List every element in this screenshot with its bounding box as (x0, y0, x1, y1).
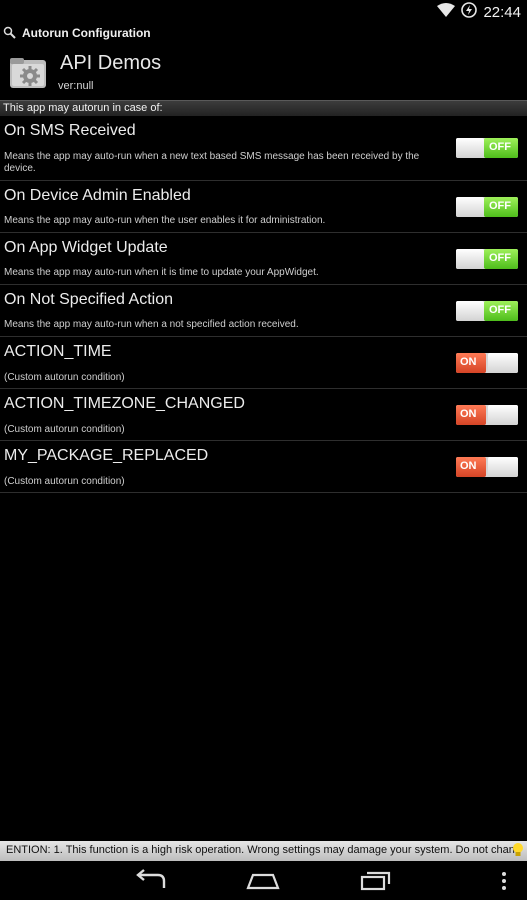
toggle-label: OFF (489, 141, 511, 153)
toggle-label: ON (460, 408, 477, 420)
toggle-label: OFF (489, 252, 511, 264)
list-item[interactable]: ACTION_TIMEZONE_CHANGED (Custom autorun … (0, 389, 527, 441)
item-description: (Custom autorun condition) (4, 372, 125, 383)
back-icon[interactable] (134, 869, 168, 896)
wifi-icon (437, 2, 456, 22)
app-header: Autorun Configuration API Demos ver:null (0, 24, 527, 100)
item-title: ACTION_TIMEZONE_CHANGED (4, 395, 245, 412)
navigation-bar (0, 861, 527, 900)
status-time: 22:44 (483, 3, 521, 21)
autorun-toggle[interactable]: OFF (456, 301, 518, 321)
section-header: This app may autorun in case of: (0, 100, 527, 116)
section-header-label: This app may autorun in case of: (3, 102, 163, 114)
app-name: API Demos (60, 52, 162, 74)
list-item[interactable]: On SMS Received Means the app may auto-r… (0, 116, 527, 181)
toggle-label: OFF (489, 200, 511, 212)
autorun-toggle[interactable]: OFF (456, 249, 518, 269)
toggle-label: ON (460, 356, 477, 368)
recents-icon[interactable] (360, 869, 392, 896)
item-description: (Custom autorun condition) (4, 476, 125, 487)
item-description: Means the app may auto-run when it is ti… (4, 267, 319, 278)
item-description: Means the app may auto-run when the user… (4, 215, 326, 226)
item-title: MY_PACKAGE_REPLACED (4, 447, 209, 464)
list-item[interactable]: On App Widget Update Means the app may a… (0, 233, 527, 285)
search-settings-icon (3, 26, 17, 40)
status-bar: 22:44 (0, 0, 527, 24)
item-title: On Not Specified Action (4, 291, 173, 308)
autorun-toggle[interactable]: ON (456, 457, 518, 477)
toggle-label: ON (460, 460, 477, 472)
list-item[interactable]: On Device Admin Enabled Means the app ma… (0, 181, 527, 233)
lightbulb-icon (512, 842, 524, 858)
list-item[interactable]: MY_PACKAGE_REPLACED (Custom autorun cond… (0, 441, 527, 493)
item-title: On Device Admin Enabled (4, 187, 191, 204)
item-title: On App Widget Update (4, 239, 168, 256)
warning-text: ENTION: 1. This function is a high risk … (6, 844, 521, 856)
home-icon[interactable] (246, 869, 280, 896)
app-version: ver:null (58, 80, 94, 92)
list-item[interactable]: ACTION_TIME (Custom autorun condition) O… (0, 337, 527, 389)
warning-banner: ENTION: 1. This function is a high risk … (0, 841, 527, 861)
autorun-toggle[interactable]: ON (456, 353, 518, 373)
toggle-label: OFF (489, 304, 511, 316)
overflow-menu-icon[interactable] (500, 871, 508, 896)
item-description: Means the app may auto-run when a not sp… (4, 319, 299, 330)
item-description: (Custom autorun condition) (4, 424, 125, 435)
power-saver-icon (461, 1, 478, 23)
screen-title: Autorun Configuration (22, 26, 151, 40)
autorun-toggle[interactable]: OFF (456, 197, 518, 217)
list-item[interactable]: On Not Specified Action Means the app ma… (0, 285, 527, 337)
item-title: On SMS Received (4, 122, 136, 139)
app-settings-icon (8, 54, 48, 90)
autorun-toggle[interactable]: ON (456, 405, 518, 425)
item-description: Means the app may auto-run when a new te… (4, 151, 420, 174)
autorun-toggle[interactable]: OFF (456, 138, 518, 158)
item-title: ACTION_TIME (4, 343, 112, 360)
autorun-list: On SMS Received Means the app may auto-r… (0, 116, 527, 493)
